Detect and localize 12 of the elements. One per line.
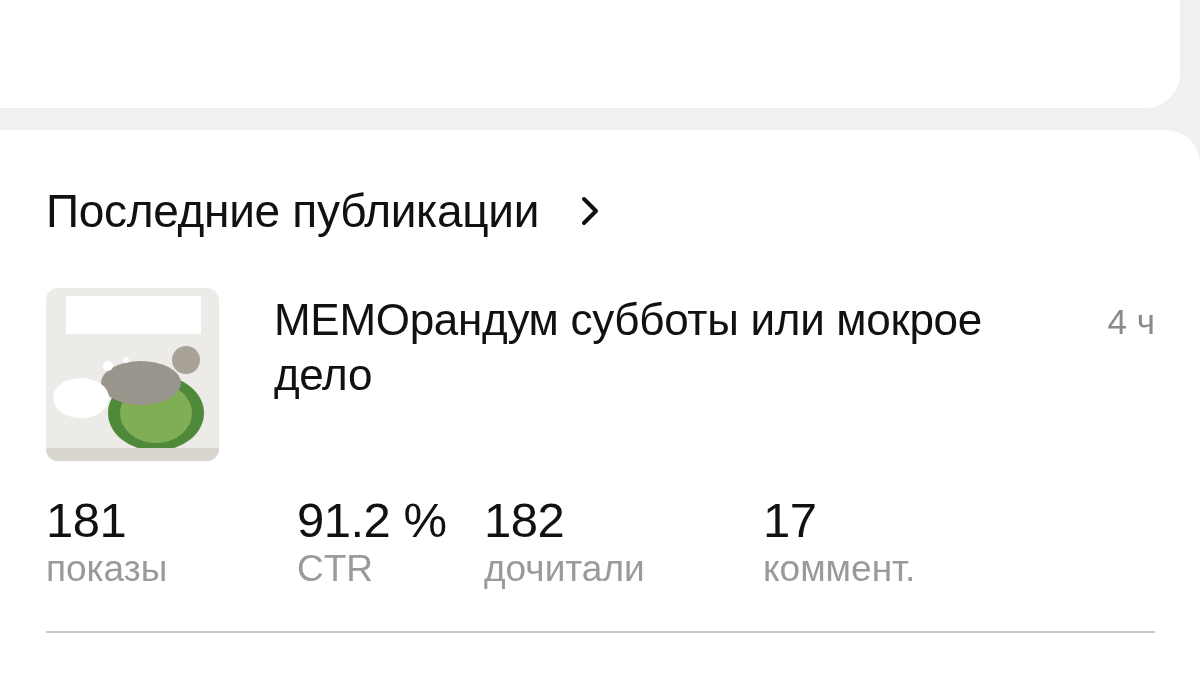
stat-value: 182 [484,493,566,547]
stat-label: дочитали [484,547,646,591]
publication-time: 4 ч [1107,302,1155,342]
chevron-icon[interactable] [581,196,600,226]
stat-label: показы [46,547,169,591]
section-title[interactable]: Последние публикации [46,186,540,236]
stat-value: 181 [46,493,128,547]
stat-label: коммент. [763,547,917,591]
stat-value: 17 [763,493,818,547]
stat-value: 91.2 % [297,493,448,547]
stat-label: CTR [297,547,375,591]
publication-title[interactable]: МЕМОрандум субботы или мокрое дело [274,292,1064,402]
